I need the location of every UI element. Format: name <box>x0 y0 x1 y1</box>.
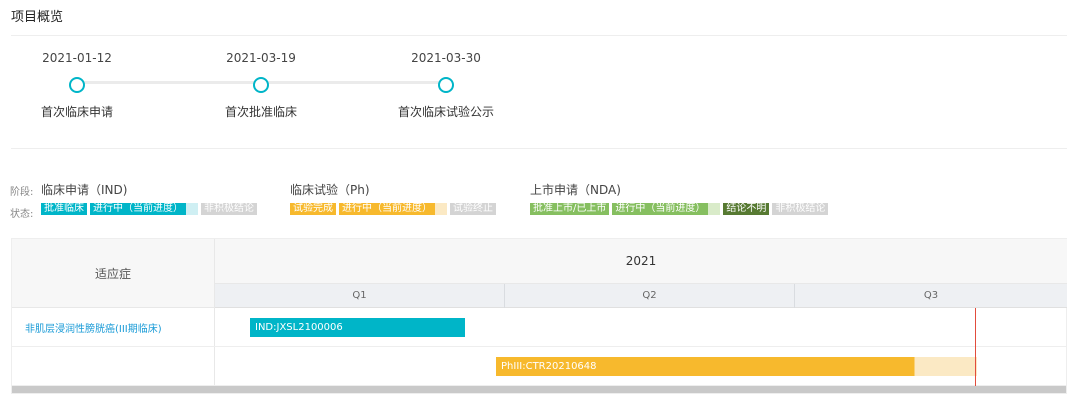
milestone-node-icon[interactable] <box>253 77 269 93</box>
chip-negative: 非积极结论 <box>772 203 829 215</box>
quarter-header: Q1 <box>215 284 505 308</box>
milestone-node-icon[interactable] <box>69 77 85 93</box>
legend-stage-nda: 上市申请（NDA) <box>530 183 621 197</box>
year-header: 2021 <box>215 239 1067 284</box>
divider <box>11 148 1067 149</box>
indication-header: 适应症 <box>12 239 214 308</box>
quarter-header-row: Q1 Q2 Q3 <box>215 284 1067 308</box>
legend-status-nda: 批准上市/已上市 进行中（当前进度） 结论不明 非积极结论 <box>530 203 829 215</box>
stage-prefix: 阶段: <box>10 187 34 198</box>
progress-swatch <box>186 203 198 215</box>
gantt-row: PhIII:CTR20210648 <box>215 347 1067 386</box>
chip-completed: 试验完成 <box>290 203 336 215</box>
progress-swatch <box>708 203 721 215</box>
status-prefix: 状态: <box>10 209 34 220</box>
quarter-header: Q3 <box>923 290 939 301</box>
chip-unclear: 结论不明 <box>723 203 770 215</box>
milestone-label: 首次临床申请 <box>40 105 113 119</box>
legend-stage-ph: 临床试验（Ph) <box>290 183 370 197</box>
legend-status-ph: 试验完成 进行中（当前进度） 试验终止 <box>290 203 496 215</box>
milestone-label: 首次批准临床 <box>224 105 297 119</box>
gantt-row: IND:JXSL2100006 <box>215 308 1067 347</box>
gantt-bar-ind[interactable]: IND:JXSL2100006 <box>250 318 465 337</box>
milestone-2: 2021-03-19 首次批准临床 <box>181 51 341 119</box>
legend-status-ind: 批准临床 进行中（当前进度） 非积极结论 <box>41 203 257 215</box>
milestone-1: 2021-01-12 首次临床申请 <box>0 51 157 119</box>
milestone-date: 2021-03-30 <box>411 51 481 65</box>
divider <box>11 35 1067 36</box>
milestone-date: 2021-01-12 <box>42 51 112 65</box>
milestone-node-icon[interactable] <box>438 77 454 93</box>
indication-link[interactable]: 非肌层浸润性膀胱癌(III期临床) <box>12 308 215 347</box>
chip-marketed: 批准上市/已上市 <box>530 203 610 215</box>
chip-in-progress: 进行中（当前进度） <box>612 203 709 215</box>
legend-stage-ind: 临床申请（IND) <box>41 183 128 197</box>
milestone-3: 2021-03-30 首次临床试验公示 <box>366 51 526 119</box>
horizontal-scrollbar[interactable] <box>12 386 1066 393</box>
chip-terminated: 试验终止 <box>450 203 496 215</box>
chip-in-progress: 进行中（当前进度） <box>90 203 186 215</box>
today-marker <box>975 308 976 386</box>
milestone-date: 2021-03-19 <box>226 51 296 65</box>
progress-swatch <box>435 203 447 215</box>
gantt-bar-phase3[interactable]: PhIII:CTR20210648 <box>496 357 977 376</box>
gantt-chart: 适应症 非肌层浸润性膀胱癌(III期临床) 2021 Q1 Q2 Q3 IND:… <box>11 238 1067 394</box>
quarter-header: Q2 <box>505 284 795 308</box>
page-title: 项目概览 <box>11 10 64 25</box>
chip-negative: 非积极结论 <box>201 203 257 215</box>
chip-approved: 批准临床 <box>41 203 87 215</box>
chip-in-progress: 进行中（当前进度） <box>339 203 435 215</box>
indication-link <box>12 347 215 386</box>
milestone-label: 首次临床试验公示 <box>397 105 494 119</box>
